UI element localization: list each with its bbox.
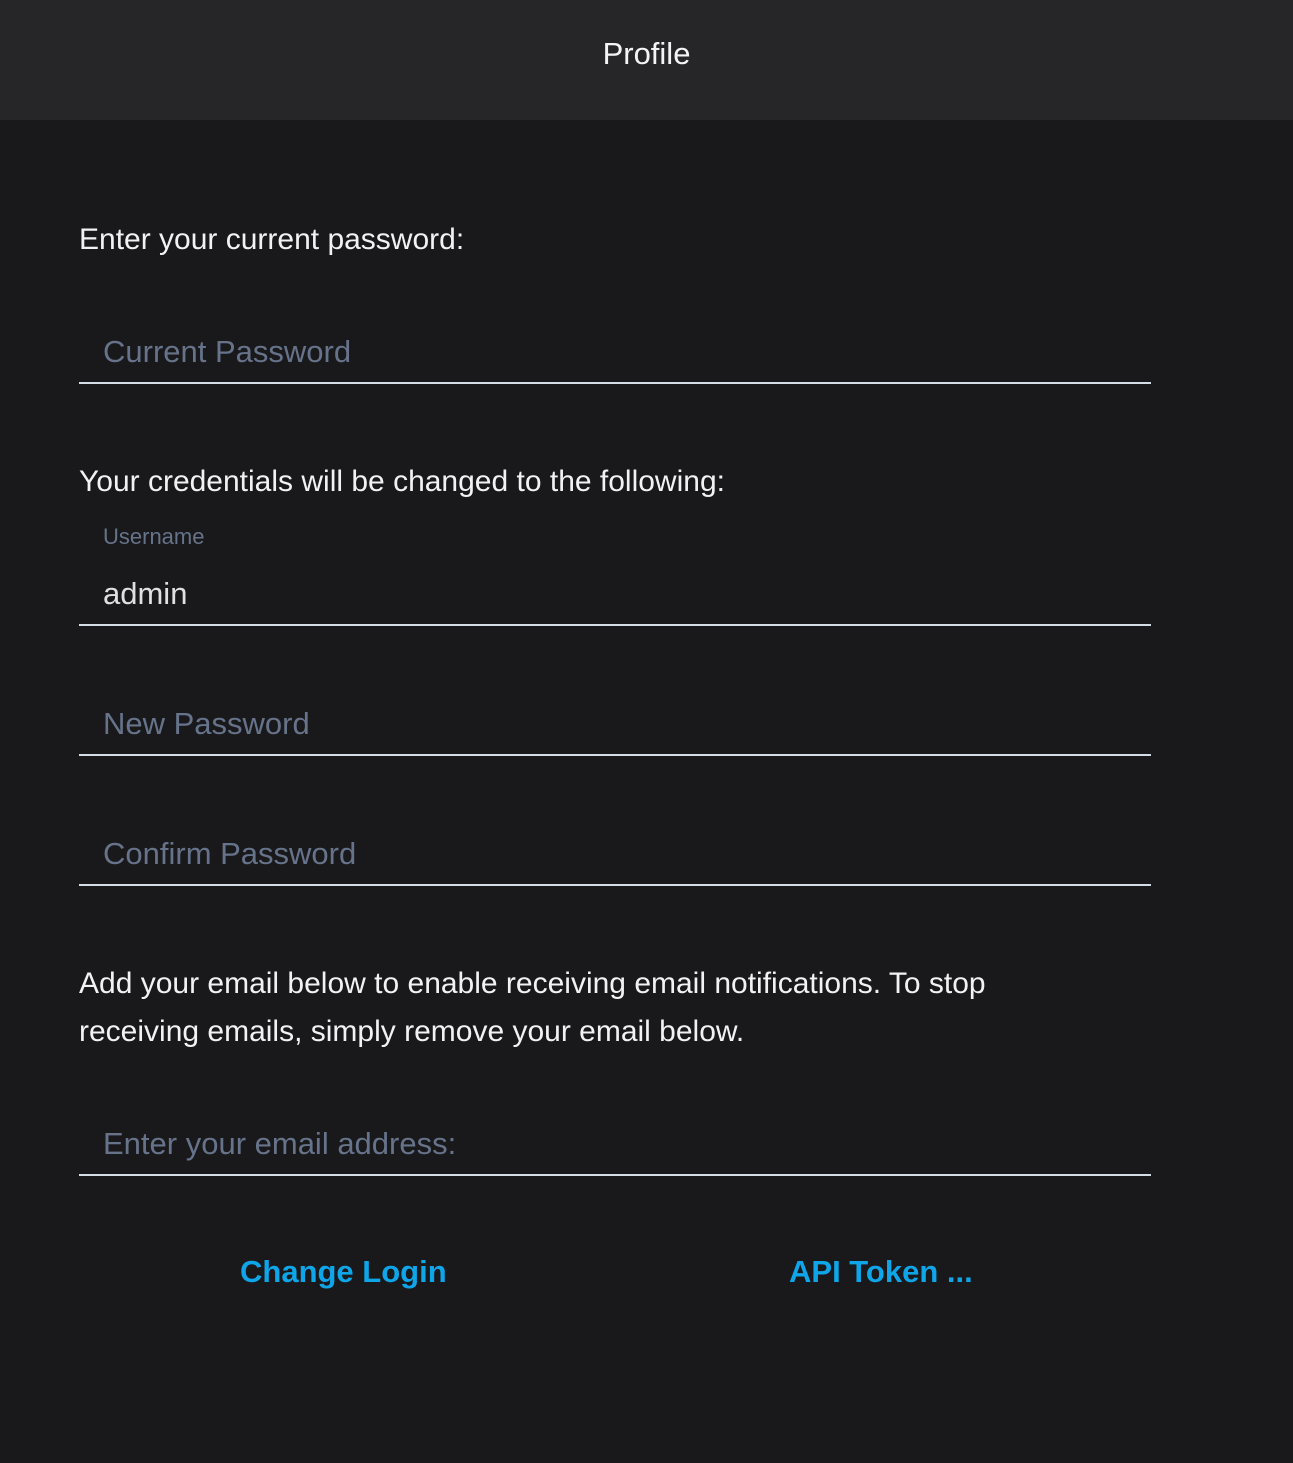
change-login-button[interactable]: Change Login [240,1254,447,1290]
current-password-input[interactable] [79,322,1143,382]
api-token-button[interactable]: API Token ... [789,1254,973,1290]
username-label: Username [103,524,205,549]
page-title: Profile [602,36,691,71]
email-input[interactable] [79,1114,1143,1174]
confirm-password-field [79,824,1151,886]
current-password-prompt: Enter your current password: [79,223,465,256]
email-field [79,1114,1151,1176]
email-prompt: Add your email below to enable receiving… [79,967,986,1048]
new-password-input[interactable] [79,694,1143,754]
current-password-field [79,322,1151,384]
credentials-prompt: Your credentials will be changed to the … [79,465,725,498]
confirm-password-input[interactable] [79,824,1143,884]
header-bar: Profile [0,0,1293,120]
username-input[interactable] [79,564,1143,624]
username-field: Username [79,524,1151,626]
new-password-field [79,694,1151,756]
